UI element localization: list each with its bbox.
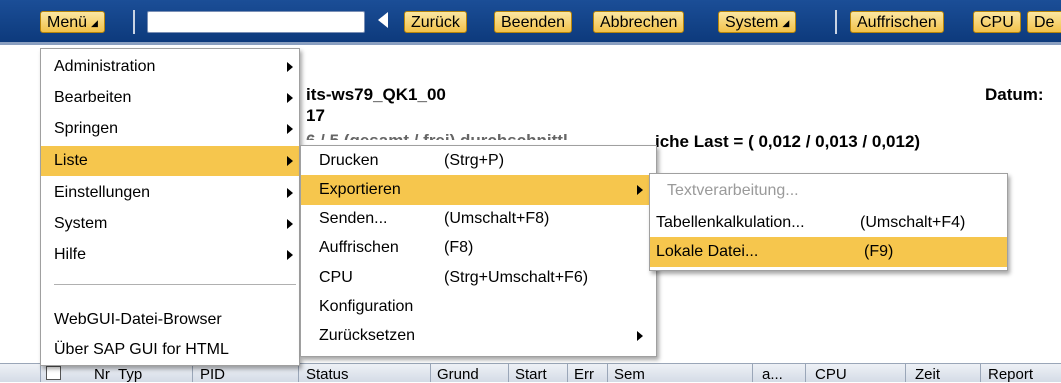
menu-item-liste[interactable]: Liste <box>41 146 299 176</box>
toolbar: Menü ◢ Zurück Beenden Abbrechen System ◢ A… <box>0 0 1061 45</box>
menu-item-drucken[interactable]: Drucken (Strg+P) <box>301 146 656 176</box>
menu-item-textverarbeitung: Textverarbeitung... <box>650 176 1007 206</box>
submenu-arrow-icon <box>287 93 293 103</box>
menu-item-shortcut: (Umschalt+F8) <box>444 210 550 227</box>
submenu-arrow-icon <box>287 219 293 229</box>
menu-item-system[interactable]: System <box>41 209 299 239</box>
menu-item-shortcut: (Umschalt+F4) <box>860 214 966 231</box>
submenu-arrow-icon <box>287 62 293 72</box>
menu-item-tabellenkalkulation[interactable]: Tabellenkalkulation... (Umschalt+F4) <box>650 208 1007 238</box>
submenu-arrow-icon <box>287 156 293 166</box>
menu-item-administration[interactable]: Administration <box>41 52 299 82</box>
menu-separator <box>54 284 296 285</box>
menu-item-label: Springen <box>54 120 119 137</box>
menu-item-label: System <box>54 215 108 232</box>
refresh-button[interactable]: Auffrischen <box>850 11 944 33</box>
menu-item-exportieren[interactable]: Exportieren <box>301 175 656 205</box>
command-field[interactable] <box>147 11 365 33</box>
menu-item-bearbeiten[interactable]: Bearbeiten <box>41 83 299 113</box>
submenu-arrow-icon <box>287 124 293 134</box>
menu-item-springen[interactable]: Springen <box>41 114 299 144</box>
exit-button[interactable]: Beenden <box>494 11 573 33</box>
menu-item-label: Administration <box>54 58 156 75</box>
back-arrow-icon[interactable] <box>378 12 388 28</box>
menu-item-shortcut: (F9) <box>864 243 894 260</box>
column-header[interactable]: CPU <box>815 366 847 383</box>
column-header[interactable]: Grund <box>437 366 479 383</box>
menu-item-label: Auffrischen <box>319 239 399 256</box>
caret-up-icon: ◢ <box>782 18 790 28</box>
menu-item-label: Lokale Datei... <box>656 243 759 260</box>
column-header[interactable]: a... <box>762 366 783 383</box>
back-button[interactable]: Zurück <box>404 11 467 33</box>
menu-item-shortcut: (Strg+P) <box>444 152 505 169</box>
menu-item-about-sap-gui[interactable]: Über SAP GUI for HTML <box>41 335 299 365</box>
submenu-arrow-icon <box>287 250 293 260</box>
menu-item-label: Zurücksetzen <box>319 327 416 344</box>
menu-button[interactable]: Menü ◢ <box>40 11 105 33</box>
menu-item-label: CPU <box>319 269 353 286</box>
system-button[interactable]: System ◢ <box>718 11 797 33</box>
menu-item-senden[interactable]: Senden... (Umschalt+F8) <box>301 204 656 234</box>
menu-item-shortcut: (Strg+Umschalt+F6) <box>444 269 589 286</box>
column-header[interactable]: Nr <box>94 366 110 383</box>
menu-item-label: Liste <box>54 152 88 169</box>
menu-item-shortcut: (F8) <box>444 239 474 256</box>
menu-item-hilfe[interactable]: Hilfe <box>41 240 299 270</box>
column-header[interactable]: Typ <box>118 366 142 383</box>
export-submenu: Textverarbeitung... Tabellenkalkulation.… <box>649 173 1008 271</box>
load-line: iche Last = ( 0,012 / 0,013 / 0,012) <box>655 132 921 151</box>
menu-item-webgui-file-browser[interactable]: WebGUI-Datei-Browser <box>41 305 299 335</box>
system-button-label: System <box>725 14 779 31</box>
column-header[interactable]: Sem <box>614 366 645 383</box>
column-header[interactable]: Zeit <box>915 366 940 383</box>
menu-item-konfiguration[interactable]: Konfiguration <box>301 292 656 322</box>
menu-item-label: Tabellenkalkulation... <box>656 214 805 231</box>
menu-item-label: Einstellungen <box>54 184 151 201</box>
submenu-arrow-icon <box>287 188 293 198</box>
toolbar-separator <box>835 10 837 34</box>
table-settings-icon[interactable] <box>46 366 61 380</box>
cpu-button[interactable]: CPU <box>973 11 1021 33</box>
liste-submenu: Drucken (Strg+P) Exportieren Senden... (… <box>300 145 657 357</box>
column-header[interactable]: Start <box>515 366 547 383</box>
menu-item-label: Drucken <box>319 152 379 169</box>
menu-item-label: Über SAP GUI for HTML <box>54 341 229 358</box>
menu-item-label: Textverarbeitung... <box>667 182 799 199</box>
column-header[interactable]: Report <box>988 366 1033 383</box>
cancel-button[interactable]: Abbrechen <box>593 11 685 33</box>
menu-item-einstellungen[interactable]: Einstellungen <box>41 178 299 208</box>
menu-item-auffrischen[interactable]: Auffrischen (F8) <box>301 233 656 263</box>
submenu-arrow-icon <box>637 185 643 195</box>
main-menu: Administration Bearbeiten Springen Liste… <box>40 48 300 366</box>
overflow-button[interactable]: De <box>1027 11 1061 33</box>
column-header[interactable]: Err <box>574 366 594 383</box>
date-label: Datum: <box>985 85 1044 104</box>
menu-item-label: Konfiguration <box>319 298 414 315</box>
column-header[interactable]: Status <box>306 366 349 383</box>
host-name: its-ws79_QK1_00 <box>306 85 446 104</box>
submenu-arrow-icon <box>637 331 643 341</box>
menu-button-label: Menü <box>47 14 88 31</box>
caret-up-icon: ◢ <box>91 18 98 28</box>
menu-item-label: Senden... <box>319 210 388 227</box>
column-header[interactable]: PID <box>200 366 225 383</box>
menu-item-label: Bearbeiten <box>54 89 132 106</box>
toolbar-separator <box>133 10 135 34</box>
menu-item-cpu[interactable]: CPU (Strg+Umschalt+F6) <box>301 263 656 293</box>
menu-item-label: Exportieren <box>319 181 401 198</box>
menu-item-zuruecksetzen[interactable]: Zurücksetzen <box>301 321 656 351</box>
system-line: 17 <box>306 106 325 125</box>
menu-item-label: WebGUI-Datei-Browser <box>54 311 222 328</box>
menu-item-label: Hilfe <box>54 246 87 263</box>
menu-item-lokale-datei[interactable]: Lokale Datei... (F9) <box>650 237 1007 267</box>
